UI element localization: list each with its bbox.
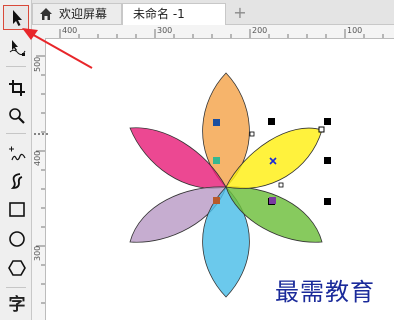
ruler-label: 400 — [62, 26, 78, 35]
ruler-ticks — [36, 55, 45, 304]
ruler-label: 500 — [33, 56, 42, 72]
hexagon-icon — [8, 260, 26, 276]
polygon-tool[interactable] — [4, 256, 30, 280]
shape-tool[interactable] — [4, 36, 30, 60]
freehand-tool[interactable] — [4, 142, 30, 166]
toolbox-separator — [6, 287, 26, 288]
ruler-label: 400 — [33, 150, 42, 166]
text-tool[interactable]: 字 — [4, 293, 30, 317]
vertical-ruler[interactable]: 500 400 300 — [32, 38, 46, 320]
watermark-text: 最需教育 — [275, 278, 375, 306]
ruler-label: 300 — [33, 245, 42, 261]
home-icon — [40, 8, 52, 20]
document-tab-bar: 欢迎屏幕 未命名 -1 + — [32, 0, 394, 25]
artistic-media-tool[interactable] — [4, 169, 30, 193]
ruler-ticks — [59, 29, 384, 38]
toolbox-separator — [6, 66, 26, 67]
tab-untitled-document[interactable]: 未命名 -1 — [122, 3, 226, 25]
magnifier-icon — [9, 108, 25, 124]
horizontal-ruler[interactable]: 400 300 200 100 — [32, 25, 394, 39]
tab-label: 未命名 -1 — [133, 7, 185, 21]
ellipse-tool[interactable] — [4, 227, 30, 251]
crop-tool[interactable] — [4, 76, 30, 100]
shape-edit-icon — [9, 40, 26, 56]
tab-label: 欢迎屏幕 — [59, 7, 108, 21]
artistic-curve-icon — [10, 173, 23, 189]
ruler-label: 200 — [252, 26, 268, 35]
zoom-tool[interactable] — [4, 104, 30, 128]
tab-welcome-screen[interactable]: 欢迎屏幕 — [32, 3, 122, 24]
ruler-label: 300 — [157, 26, 173, 35]
new-tab-button[interactable]: + — [230, 3, 250, 23]
ruler-label: 100 — [347, 26, 363, 35]
toolbox-separator — [6, 133, 26, 134]
freehand-icon — [9, 146, 26, 161]
rectangle-tool[interactable] — [4, 198, 30, 222]
crop-icon — [9, 80, 25, 96]
ellipse-icon — [9, 231, 25, 247]
pick-tool[interactable] — [3, 5, 29, 30]
pointer-arrow-icon — [13, 10, 22, 26]
rectangle-icon — [9, 202, 25, 217]
toolbox: 字 — [0, 0, 32, 320]
